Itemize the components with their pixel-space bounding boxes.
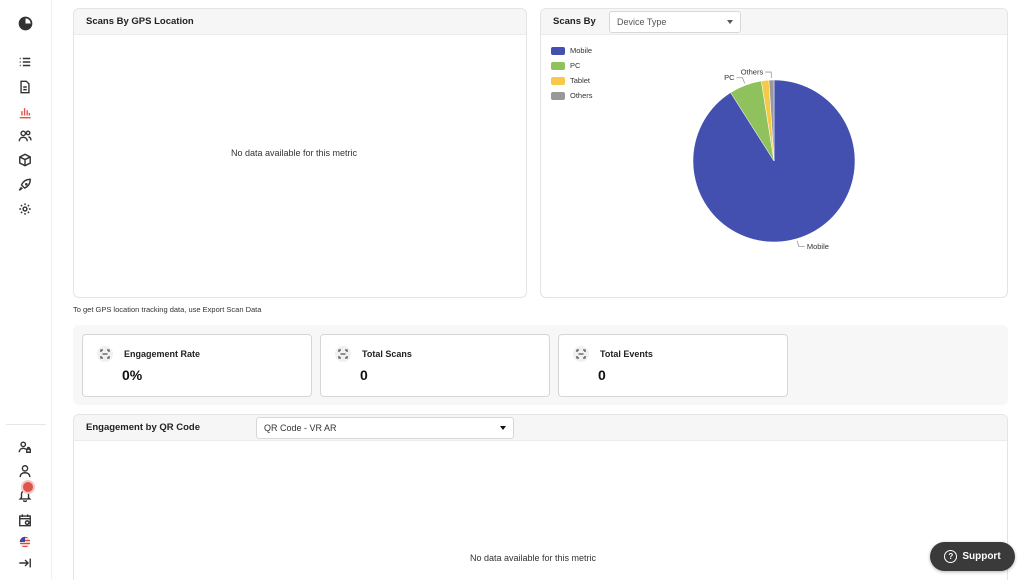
list-icon[interactable]: [16, 53, 34, 71]
us-flag-icon[interactable]: [16, 533, 34, 551]
support-label: Support: [962, 551, 1001, 562]
notifications-icon[interactable]: [16, 482, 34, 504]
main-content: Scans By GPS Location No data available …: [54, 0, 1024, 580]
logo-icon[interactable]: [16, 14, 34, 32]
metric-card-total-scans: Total Scans 0: [320, 334, 550, 397]
collapse-icon[interactable]: [16, 554, 34, 572]
sidebar: [0, 0, 52, 580]
engagement-by-qr-card: Engagement by QR Code QR Code - VR AR No…: [73, 414, 1008, 580]
metric-card-engagement-rate: Engagement Rate 0%: [82, 334, 312, 397]
slice-label-leader: [736, 77, 746, 84]
metric-label: Total Scans: [362, 349, 412, 359]
profile-icon[interactable]: [16, 462, 34, 480]
scans-by-card: Scans By Device Type Mobile PC Tablet Other…: [540, 8, 1008, 298]
metric-value: 0: [598, 367, 606, 383]
device-type-pie-chart: Mobile PC Others: [692, 68, 856, 251]
metric-card-total-events: Total Events 0: [558, 334, 788, 397]
scans-by-title: Scans By: [553, 16, 596, 27]
chevron-down-icon: [500, 426, 506, 430]
analytics-icon[interactable]: [16, 103, 34, 121]
engagement-empty-message: No data available for this metric: [470, 553, 597, 563]
calendar-icon[interactable]: [16, 511, 34, 529]
gps-hint-text: To get GPS location tracking data, use E…: [73, 305, 262, 314]
metric-value: 0%: [122, 367, 143, 383]
engagement-card-header: Engagement by QR Code: [74, 415, 1007, 441]
gps-empty-message: No data available for this metric: [231, 148, 358, 158]
scan-icon: [335, 346, 351, 362]
support-button[interactable]: ? Support: [930, 542, 1015, 571]
help-icon: ?: [944, 550, 958, 563]
gps-location-card: Scans By GPS Location No data available …: [73, 8, 527, 298]
metric-label: Engagement Rate: [124, 349, 201, 359]
metrics-band: Engagement Rate 0% Total Scans 0 Total E…: [73, 325, 1008, 405]
slice-label-leader: [765, 71, 772, 79]
metric-label: Total Events: [600, 349, 653, 359]
scan-icon: [573, 346, 589, 362]
scans-by-select-value: Device Type: [617, 17, 667, 27]
notification-badge: [23, 482, 33, 492]
document-icon[interactable]: [16, 78, 34, 96]
slice-label-others: Others: [741, 68, 764, 77]
gps-card-title: Scans By GPS Location: [86, 16, 194, 27]
gps-card-header: Scans By GPS Location: [74, 9, 526, 35]
slice-label-mobile: Mobile: [807, 242, 829, 251]
user-admin-icon[interactable]: [16, 438, 34, 456]
slice-label-leader: [796, 240, 805, 247]
qr-code-select-value: QR Code - VR AR: [264, 423, 337, 433]
slice-label-pc: PC: [724, 73, 735, 82]
users-icon[interactable]: [16, 127, 34, 145]
box-icon[interactable]: [16, 151, 34, 169]
scan-icon: [97, 346, 113, 362]
rocket-icon[interactable]: [16, 176, 34, 194]
scans-by-select[interactable]: Device Type: [609, 11, 741, 33]
settings-icon[interactable]: [16, 200, 34, 218]
metric-value: 0: [360, 367, 368, 383]
qr-code-select[interactable]: QR Code - VR AR: [256, 417, 514, 439]
engagement-card-title: Engagement by QR Code: [86, 422, 201, 433]
chevron-down-icon: [727, 20, 733, 24]
sidebar-divider: [6, 424, 46, 425]
